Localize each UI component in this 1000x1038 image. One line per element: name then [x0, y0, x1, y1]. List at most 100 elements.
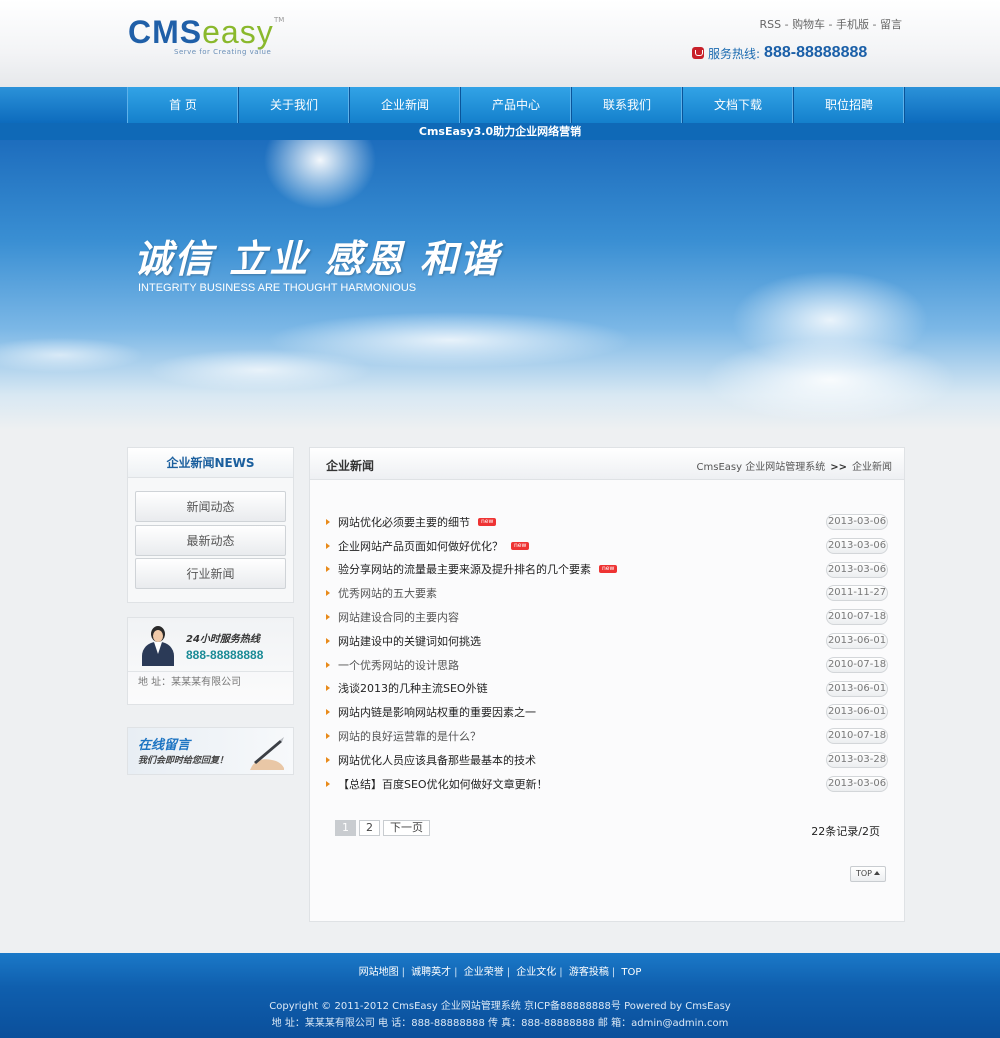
- top-links: RSS - 购物车 - 手机版 - 留言: [759, 18, 902, 31]
- news-date: 2013-03-06: [826, 514, 888, 530]
- banner-subtitle: INTEGRITY BUSINESS ARE THOUGHT HARMONIOU…: [138, 282, 417, 294]
- hotline-label: 服务热线:: [708, 46, 761, 61]
- footer-link-culture[interactable]: 企业文化: [516, 967, 556, 978]
- news-list-item[interactable]: 【总结】百度SEO优化如何做好文章更新！ 2013-03-06: [326, 772, 888, 796]
- sidebar-btn-news-updates[interactable]: 新闻动态: [135, 491, 286, 522]
- contact-hotline-label: 24小时服务热线: [186, 634, 260, 645]
- breadcrumb-current[interactable]: 企业新闻: [852, 462, 892, 473]
- news-title-link[interactable]: 一个优秀网站的设计思路: [338, 657, 459, 673]
- news-list-item[interactable]: 浅谈2013的几种主流SEO外链 2013-06-01: [326, 677, 888, 701]
- news-title-link[interactable]: 网站优化人员应该具备那些最基本的技术: [338, 752, 536, 768]
- news-list-item[interactable]: 一个优秀网站的设计思路 2010-07-18: [326, 653, 888, 677]
- nav-items: 首 页 关于我们 企业新闻 产品中心 联系我们 文档下载 职位招聘: [127, 87, 905, 123]
- triangle-bullet-icon: [326, 780, 330, 787]
- footer-contact: 地 址：某某某有限公司 电 话：888-88888888 传 真：888-888…: [271, 1018, 729, 1029]
- triangle-bullet-icon: [326, 518, 330, 525]
- breadcrumb-root[interactable]: CmsEasy 企业网站管理系统: [697, 462, 826, 473]
- top-link-mobile[interactable]: 手机版: [836, 18, 869, 31]
- news-date: 2010-07-18: [826, 609, 888, 626]
- news-list-item[interactable]: 验分享网站的流量最主要来源及提升排名的几个要素 new 2013-03-06: [326, 558, 888, 582]
- triangle-bullet-icon: [326, 637, 330, 644]
- footer-link-submit[interactable]: 游客投稿: [569, 967, 609, 978]
- banner-slogan: 诚信 立业 感恩 和谐: [134, 236, 500, 281]
- phone-icon: [692, 47, 704, 59]
- site-header: CMSeasy TM Serve for Creating value RSS …: [0, 0, 1000, 87]
- contact-phone: 888-88888888: [186, 648, 264, 662]
- news-date: 2013-03-06: [826, 775, 888, 792]
- breadcrumb: CmsEasy 企业网站管理系统 >> 企业新闻: [697, 458, 892, 473]
- arrow-up-icon: [874, 871, 880, 875]
- sidebar-btn-latest-news[interactable]: 最新动态: [135, 525, 286, 556]
- triangle-bullet-icon: [326, 709, 330, 716]
- news-date: 2013-03-06: [826, 561, 888, 578]
- contact-address: 地 址：某某某有限公司: [138, 677, 242, 688]
- sidebar-btn-industry-news[interactable]: 行业新闻: [135, 558, 286, 589]
- top-link-cart[interactable]: 购物车: [792, 18, 825, 31]
- page-1-button[interactable]: 1: [335, 820, 356, 836]
- news-list-item[interactable]: 网站优化必须要主要的细节 new 2013-03-06: [326, 510, 888, 534]
- news-date: 2011-11-27: [826, 585, 888, 602]
- news-date: 2013-06-01: [826, 704, 888, 721]
- news-title-link[interactable]: 网站的良好运营靠的是什么？: [338, 728, 481, 744]
- new-badge: new: [511, 541, 530, 550]
- news-main-panel: 企业新闻 CmsEasy 企业网站管理系统 >> 企业新闻 网站优化必须要主要的细节…: [309, 447, 905, 922]
- next-page-button[interactable]: 下一页: [383, 820, 430, 836]
- page-2-button[interactable]: 2: [359, 820, 380, 836]
- service-agent-avatar: [138, 624, 178, 666]
- footer-link-honors[interactable]: 企业荣誉: [464, 967, 504, 978]
- news-date: 2013-03-06: [826, 537, 888, 554]
- hero-banner: 诚信 立业 感恩 和谐 INTEGRITY BUSINESS ARE THOUG…: [0, 140, 1000, 430]
- breadcrumb-separator: >>: [830, 462, 847, 473]
- news-list-item[interactable]: 网站建设中的关键词如何挑选 2013-06-01: [326, 629, 888, 653]
- nav-item-downloads[interactable]: 文档下载: [683, 87, 794, 123]
- news-list-item[interactable]: 网站优化人员应该具备那些最基本的技术 2013-03-28: [326, 748, 888, 772]
- online-message-title: 在线留言: [138, 738, 191, 753]
- news-list-item[interactable]: 优秀网站的五大要素 2011-11-27: [326, 581, 888, 605]
- sidebar-contact-panel: 24小时服务热线 888-88888888 地 址：某某某有限公司: [127, 617, 294, 705]
- news-title-link[interactable]: 网站建设合同的主要内容: [338, 609, 459, 625]
- back-to-top-button[interactable]: TOP: [849, 866, 886, 882]
- footer-copyright: Copyright © 2011-2012 CmsEasy 企业网站管理系统 京…: [269, 1001, 731, 1012]
- nav-item-jobs[interactable]: 职位招聘: [794, 87, 905, 123]
- top-link-message[interactable]: 留言: [880, 18, 902, 31]
- pagination: 1 2 下一页: [335, 820, 433, 836]
- online-message-subtitle: 我们会即时给您回复！: [138, 756, 229, 766]
- news-date: 2010-07-18: [826, 656, 888, 673]
- news-list-item[interactable]: 网站内链是影响网站权重的重要因素之一 2013-06-01: [326, 700, 888, 724]
- record-count: 22条记录/2页: [811, 825, 880, 838]
- nav-item-about[interactable]: 关于我们: [239, 87, 350, 123]
- news-title-link[interactable]: 浅谈2013的几种主流SEO外链: [338, 680, 488, 696]
- page-title: 企业新闻: [326, 459, 375, 473]
- news-title-link[interactable]: 网站内链是影响网站权重的重要因素之一: [338, 704, 536, 720]
- triangle-bullet-icon: [326, 733, 330, 740]
- hotline-number: 888-88888888: [764, 44, 868, 61]
- logo-easy-text: easy: [202, 14, 274, 50]
- nav-item-contact[interactable]: 联系我们: [572, 87, 683, 123]
- nav-item-news[interactable]: 企业新闻: [350, 87, 461, 123]
- triangle-bullet-icon: [326, 542, 330, 549]
- site-logo[interactable]: CMSeasy TM Serve for Creating value: [128, 14, 298, 64]
- news-title-link[interactable]: 网站建设中的关键词如何挑选: [338, 633, 481, 649]
- footer-link-careers[interactable]: 诚聘英才: [411, 967, 451, 978]
- logo-wordmark: CMSeasy: [128, 14, 274, 51]
- news-title-link[interactable]: 验分享网站的流量最主要来源及提升排名的几个要素: [338, 561, 591, 577]
- news-panel-header: 企业新闻 CmsEasy 企业网站管理系统 >> 企业新闻: [310, 448, 904, 480]
- footer-link-top[interactable]: TOP: [621, 967, 641, 978]
- news-title-link[interactable]: 网站优化必须要主要的细节: [338, 514, 470, 530]
- pen-in-hand-icon: [250, 737, 284, 770]
- top-link-rss[interactable]: RSS: [759, 18, 781, 31]
- news-list-item[interactable]: 企业网站产品页面如何做好优化？ new 2013-03-06: [326, 534, 888, 558]
- footer-link-sitemap[interactable]: 网站地图: [359, 967, 399, 978]
- news-title-link[interactable]: 企业网站产品页面如何做好优化？: [338, 538, 503, 554]
- nav-item-home[interactable]: 首 页: [128, 87, 239, 123]
- nav-item-products[interactable]: 产品中心: [461, 87, 572, 123]
- news-title-link[interactable]: 优秀网站的五大要素: [338, 585, 437, 601]
- main-nav: 首 页 关于我们 企业新闻 产品中心 联系我们 文档下载 职位招聘: [0, 87, 1000, 123]
- back-to-top-label: TOP: [855, 869, 872, 878]
- new-badge: new: [478, 517, 497, 526]
- triangle-bullet-icon: [326, 756, 330, 763]
- news-list-item[interactable]: 网站建设合同的主要内容 2010-07-18: [326, 605, 888, 629]
- news-title-link[interactable]: 【总结】百度SEO优化如何做好文章更新！: [338, 776, 548, 792]
- news-list-item[interactable]: 网站的良好运营靠的是什么？ 2010-07-18: [326, 724, 888, 748]
- sidebar-online-message[interactable]: 在线留言 我们会即时给您回复！: [127, 727, 294, 775]
